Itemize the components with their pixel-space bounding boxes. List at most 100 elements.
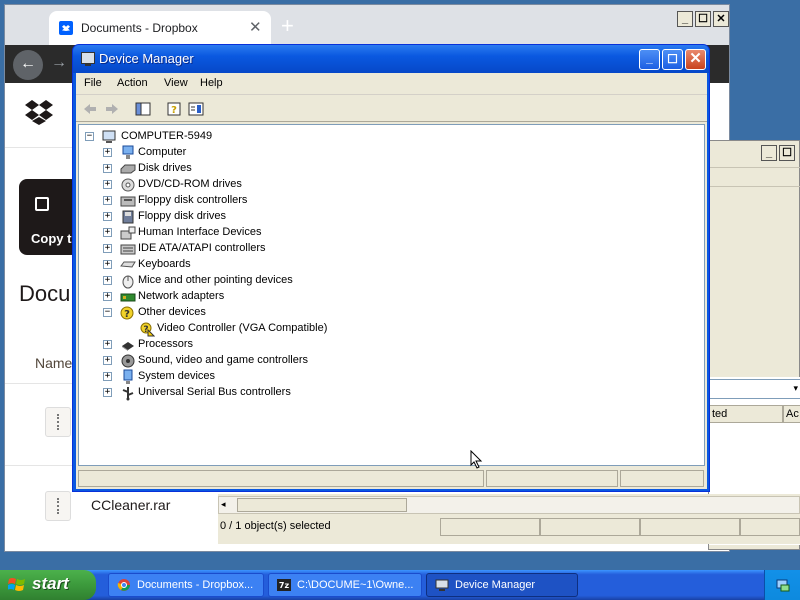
properties-icon[interactable] — [188, 101, 204, 117]
dropbox-logo-icon[interactable] — [25, 99, 53, 125]
tree-item-label: Disk drives — [138, 162, 192, 174]
device-manager-icon — [81, 52, 95, 66]
status-bar — [76, 468, 707, 488]
page-title: Docu — [19, 281, 71, 306]
copy-tile-button[interactable]: Copy t — [19, 179, 79, 255]
taskbar-item-7zip[interactable]: 7z C:\DOCUME~1\Owne... — [268, 573, 422, 597]
floppy-controller-icon — [120, 196, 136, 207]
expand-icon[interactable]: + — [103, 196, 112, 205]
tree-item-label: DVD/CD-ROM drives — [138, 178, 242, 190]
chevron-down-icon[interactable]: ▾ — [793, 383, 798, 394]
window-title: Device Manager — [99, 51, 194, 66]
7zip-icon: 7z — [277, 579, 291, 591]
expand-icon[interactable]: + — [103, 148, 112, 157]
back-button[interactable]: ← — [13, 50, 43, 80]
device-manager-icon — [435, 579, 449, 591]
expand-icon[interactable]: + — [103, 372, 112, 381]
forward-arrow-icon[interactable] — [104, 101, 120, 117]
tree-item-label: Floppy disk drives — [138, 210, 227, 222]
show-hide-tree-icon[interactable] — [135, 101, 151, 117]
expand-icon[interactable]: + — [103, 340, 112, 349]
system-device-icon — [123, 369, 133, 384]
device-tree[interactable]: − COMPUTER-5949 + Computer + Disk drives… — [78, 124, 705, 469]
scroll-left-icon[interactable]: ◂ — [221, 499, 226, 510]
zip-file-icon[interactable] — [45, 491, 71, 521]
name-column-header[interactable]: Name — [35, 355, 72, 371]
scroll-thumb[interactable] — [237, 498, 407, 512]
browser-minimize-button[interactable]: _ — [677, 11, 693, 27]
zip-column-header[interactable]: ted — [709, 405, 783, 423]
expand-icon[interactable]: + — [103, 388, 112, 397]
browser-close-button[interactable]: ✕ — [713, 11, 729, 27]
windows-flag-icon — [8, 578, 25, 591]
tree-item-label: Processors — [138, 338, 194, 350]
title-bar[interactable]: Device Manager _ ☐ ✕ — [73, 45, 709, 73]
svg-text:7z: 7z — [279, 581, 290, 590]
tree-item-label: System devices — [138, 370, 216, 382]
ide-controller-icon — [120, 244, 136, 255]
unknown-device-icon: ? — [120, 306, 134, 320]
hid-icon — [120, 226, 136, 240]
menu-action[interactable]: Action — [117, 77, 148, 89]
zip-column-header[interactable]: Ac — [783, 405, 800, 423]
tree-item-label: Mice and other pointing devices — [138, 274, 293, 286]
network-tray-icon[interactable] — [775, 577, 791, 593]
svg-text:?: ? — [143, 325, 148, 335]
expand-icon[interactable]: + — [103, 244, 112, 253]
floppy-drive-icon — [122, 210, 134, 224]
expand-icon[interactable]: + — [103, 260, 112, 269]
minimize-button[interactable]: _ — [639, 49, 660, 70]
maximize-button[interactable]: ☐ — [662, 49, 683, 70]
computer-icon — [122, 145, 134, 159]
forward-button[interactable]: → — [51, 54, 67, 72]
collapse-icon[interactable]: − — [103, 308, 112, 317]
menu-file[interactable]: File — [84, 77, 102, 89]
horizontal-scrollbar[interactable]: ◂ — [218, 496, 800, 514]
warning-device-icon: ? — [140, 322, 155, 337]
copy-tile-label: Copy t — [31, 231, 72, 246]
sound-icon — [121, 354, 135, 368]
tree-item-label: Sound, video and game controllers — [138, 354, 308, 366]
back-arrow-icon[interactable] — [82, 101, 98, 117]
expand-icon[interactable]: + — [103, 180, 112, 189]
menu-bar: File Action View Help — [76, 73, 707, 95]
tree-item-label: IDE ATA/ATAPI controllers — [138, 242, 266, 254]
toolbar: ? — [76, 96, 707, 122]
menu-help[interactable]: Help — [200, 77, 223, 89]
expand-icon[interactable]: + — [103, 228, 112, 237]
zip-file-icon[interactable] — [45, 407, 71, 437]
taskbar-item-dropbox[interactable]: Documents - Dropbox... — [108, 573, 264, 597]
expand-icon[interactable]: + — [103, 276, 112, 285]
expand-icon[interactable]: + — [103, 356, 112, 365]
svg-text:?: ? — [171, 105, 177, 116]
new-tab-button[interactable]: + — [281, 13, 294, 39]
taskbar-item-device-manager[interactable]: Device Manager — [426, 573, 578, 597]
tree-item-label: Human Interface Devices — [138, 226, 262, 238]
keyboard-icon — [120, 261, 136, 268]
tab-close-icon[interactable]: ✕ — [249, 18, 262, 36]
dvd-drive-icon — [121, 178, 135, 192]
collapse-icon[interactable]: − — [85, 132, 94, 141]
usb-icon — [122, 387, 134, 401]
expand-icon[interactable]: + — [103, 164, 112, 173]
help-properties-icon[interactable]: ? — [166, 101, 182, 117]
tab-documents-dropbox[interactable]: Documents - Dropbox ✕ — [49, 11, 271, 45]
start-button[interactable]: start — [0, 570, 96, 600]
close-button[interactable]: ✕ — [685, 49, 706, 70]
expand-icon[interactable]: + — [103, 292, 112, 301]
expand-icon[interactable]: + — [103, 212, 112, 221]
tree-item-label: Universal Serial Bus controllers — [138, 386, 291, 398]
tree-item-label: Keyboards — [138, 258, 191, 270]
disk-drive-icon — [120, 164, 136, 174]
tree-child-label: Video Controller (VGA Compatible) — [157, 322, 328, 334]
zip-status-text: 0 / 1 object(s) selected — [220, 520, 331, 532]
zip-path-combo[interactable]: ▾ — [709, 379, 800, 399]
taskbar-item-label: C:\DOCUME~1\Owne... — [297, 579, 414, 591]
menu-view[interactable]: View — [164, 77, 188, 89]
browser-maximize-button[interactable]: ☐ — [695, 11, 711, 27]
file-name-ccleaner[interactable]: CCleaner.rar — [91, 497, 170, 513]
tab-title: Documents - Dropbox — [81, 21, 198, 35]
taskbar-item-label: Device Manager — [455, 579, 536, 591]
zip-minimize-button[interactable]: _ — [761, 145, 777, 161]
zip-maximize-button[interactable]: ☐ — [779, 145, 795, 161]
